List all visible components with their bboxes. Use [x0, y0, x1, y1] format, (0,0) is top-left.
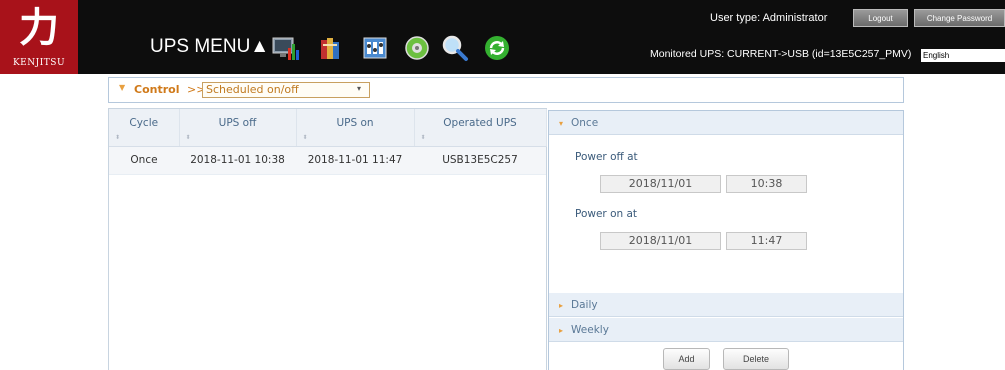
add-button[interactable]: Add	[663, 348, 710, 370]
accordion-bullet-icon: ▾	[559, 119, 564, 128]
logout-button[interactable]: Logout	[853, 9, 908, 27]
power-on-label: Power on at	[575, 208, 638, 220]
change-password-button[interactable]: Change Password	[914, 9, 1005, 27]
collapse-arrow-icon[interactable]: ▼	[119, 83, 125, 92]
column-header-label: UPS on	[336, 117, 374, 129]
cell-ups-on: 2018-11-01 11:47	[296, 146, 414, 175]
control-label: Control	[134, 83, 180, 96]
settings-panel-icon[interactable]	[361, 33, 391, 63]
column-header-cycle[interactable]: Cycle ⬍	[109, 109, 180, 147]
column-header-ups-on[interactable]: UPS on ⬍	[296, 109, 415, 147]
books-icon[interactable]	[316, 33, 346, 63]
column-header-operated-ups[interactable]: Operated UPS ⬍	[414, 109, 547, 147]
accordion-once-header[interactable]: ▾ Once	[549, 111, 903, 135]
sort-icon: ⬍	[420, 133, 426, 141]
cell-operated-ups: USB13E5C257	[414, 146, 546, 175]
column-header-label: UPS off	[218, 117, 257, 129]
kenjitsu-logo: 力 KENJITSU	[0, 0, 78, 74]
schedule-table: Cycle ⬍ UPS off ⬍ UPS on ⬍ Operated UPS ⬍ On…	[109, 109, 547, 175]
power-off-label: Power off at	[575, 151, 638, 163]
accordion-bullet-icon: ▸	[559, 326, 564, 335]
power-on-time-field[interactable]: 11:47	[726, 232, 807, 250]
schedule-table-container: Cycle ⬍ UPS off ⬍ UPS on ⬍ Operated UPS ⬍ On…	[108, 108, 547, 370]
power-off-time-field[interactable]: 10:38	[726, 175, 807, 193]
logo-brand-text: KENJITSU	[12, 58, 66, 68]
accordion-daily-label: Daily	[571, 299, 598, 311]
accordion-daily-header[interactable]: ▸ Daily	[549, 293, 903, 317]
column-header-ups-off[interactable]: UPS off ⬍	[179, 109, 297, 147]
cell-ups-off: 2018-11-01 10:38	[179, 146, 296, 175]
user-type-text: User type: Administrator	[710, 12, 828, 24]
column-header-label: Cycle	[129, 117, 159, 129]
column-header-label: Operated UPS	[443, 117, 517, 129]
sort-icon: ⬍	[185, 133, 191, 141]
ups-menu-title[interactable]: UPS MENU▲	[150, 36, 269, 58]
table-header-row: Cycle ⬍ UPS off ⬍ UPS on ⬍ Operated UPS ⬍	[109, 109, 547, 147]
accordion-once-label: Once	[571, 117, 599, 129]
delete-button[interactable]: Delete	[723, 348, 789, 370]
top-header-bar: 力 KENJITSU UPS MENU▲ User type: Administ…	[0, 0, 1005, 74]
control-breadcrumb-bar: ▼ Control >> Scheduled on/off ▾	[108, 77, 904, 103]
power-on-date-field[interactable]: 2018/11/01	[600, 232, 721, 250]
schedule-detail-panel: ▾ Once Power off at 2018/11/01 10:38 Powe…	[548, 110, 904, 370]
cell-cycle: Once	[109, 146, 179, 175]
power-off-date-field[interactable]: 2018/11/01	[600, 175, 721, 193]
accordion-bullet-icon: ▸	[559, 301, 564, 310]
table-row[interactable]: Once 2018-11-01 10:38 2018-11-01 11:47 U…	[109, 146, 546, 175]
sort-icon: ⬍	[302, 133, 308, 141]
accordion-weekly-label: Weekly	[571, 324, 609, 336]
function-select-value: Scheduled on/off	[206, 83, 299, 96]
disc-icon[interactable]	[402, 33, 432, 63]
monitor-chart-icon[interactable]	[270, 33, 300, 63]
sort-icon: ⬍	[115, 133, 121, 141]
function-select[interactable]: Scheduled on/off ▾	[202, 82, 370, 98]
refresh-icon[interactable]	[482, 33, 512, 63]
logo-kanji: 力	[19, 4, 59, 51]
magnifier-icon[interactable]	[440, 33, 470, 63]
monitored-ups-text: Monitored UPS: CURRENT->USB (id=13E5C257…	[650, 48, 912, 60]
language-select[interactable]: English	[921, 49, 1005, 62]
accordion-weekly-header[interactable]: ▸ Weekly	[549, 318, 903, 342]
dropdown-arrow-icon: ▾	[356, 84, 361, 93]
